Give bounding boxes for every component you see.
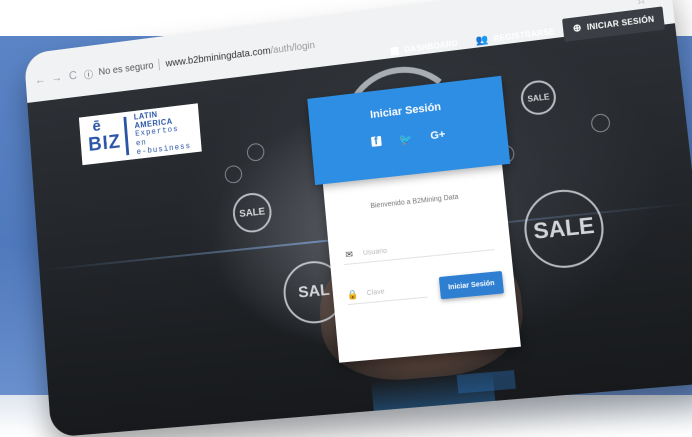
back-icon[interactable]: ← [34, 72, 46, 87]
password-field[interactable]: 🔒 Clave [346, 278, 428, 306]
lock-icon: 🔒 [346, 288, 359, 300]
browser-window: ← → C ⓘ No es seguro www.b2bminingdata.c… [23, 0, 692, 437]
login-card: Iniciar Sesión f 🐦 G+ Bienvenido a B2Min… [307, 75, 521, 363]
floating-dot [224, 164, 243, 185]
social-login: f 🐦 G+ [370, 129, 446, 150]
sale-bubble: SALE [520, 185, 608, 272]
facebook-icon[interactable]: f [370, 135, 382, 148]
logo-tagline: LATIN AMERICA Expertos en e-business [134, 106, 196, 157]
sale-bubble: SALE [519, 78, 558, 117]
sale-bubble: SALE [231, 191, 274, 235]
login-icon: ⊕ [572, 22, 583, 35]
add-user-icon: 👥 [475, 34, 490, 47]
password-placeholder: Clave [366, 287, 385, 297]
floating-dot [246, 142, 266, 162]
login-title: Iniciar Sesión [369, 101, 442, 122]
nav-dashboard-label: DASHBOARD [403, 39, 459, 55]
username-placeholder: Usuario [362, 247, 388, 257]
dashboard-grid-icon: ▦ [389, 45, 400, 58]
twitter-icon[interactable]: 🐦 [398, 132, 413, 146]
login-submit-button[interactable]: Iniciar Sesión [438, 270, 505, 300]
reload-icon[interactable]: C [67, 68, 79, 83]
url-path: /auth/login [270, 39, 316, 56]
envelope-icon: ✉ [344, 248, 354, 260]
logo-biz: BIZ [87, 130, 122, 156]
info-icon[interactable]: ⓘ [83, 66, 94, 82]
logo-mark: ē BIZ [84, 116, 130, 160]
bookmark-star-icon[interactable]: ☆ [635, 0, 648, 8]
nav-login-label: INICIAR SESIÓN [586, 14, 655, 32]
url-host: www.b2bminingdata.com [165, 45, 272, 69]
google-plus-icon[interactable]: G+ [430, 129, 446, 144]
floating-dot [590, 112, 611, 134]
username-field[interactable]: ✉ Usuario [342, 230, 495, 266]
address-divider [158, 58, 161, 71]
welcome-text: Bienvenido a B2Mining Data [370, 193, 459, 211]
nav-register-label: REGISTRARSE [493, 27, 555, 44]
url-text[interactable]: www.b2bminingdata.com/auth/login [165, 40, 315, 69]
security-status: No es seguro [98, 60, 154, 78]
forward-icon[interactable]: → [51, 70, 63, 85]
